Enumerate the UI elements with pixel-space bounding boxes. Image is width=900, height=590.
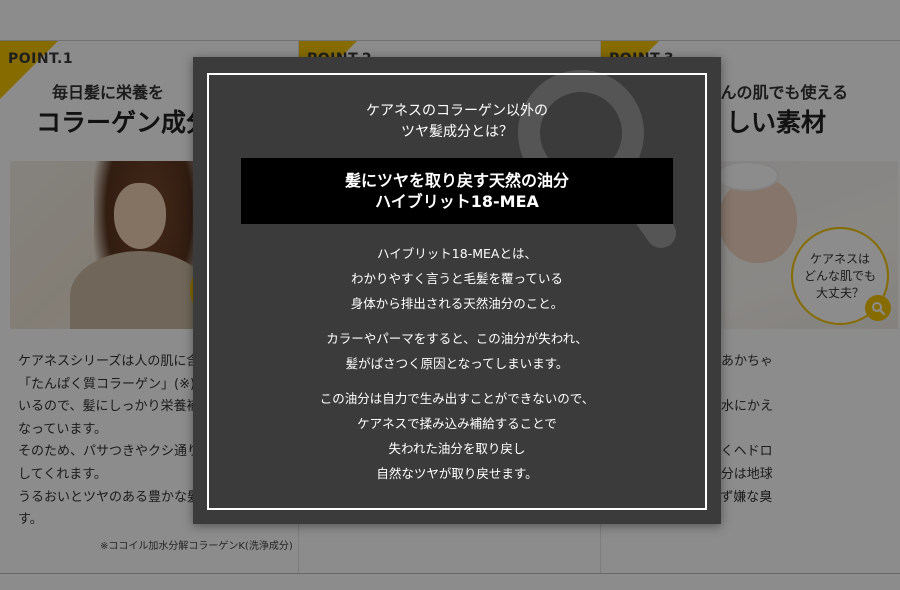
- answer-line: 髪にツヤを取り戻す天然の油分: [344, 171, 569, 190]
- question-line: ケアネスのコラーゲン以外の: [366, 103, 548, 119]
- paragraph-line: わかりやすく言うと毛髪を覆っている: [351, 271, 563, 286]
- question-line: ツヤ髪成分とは？: [401, 124, 513, 140]
- paragraph-line: 髪がぱさつく原因となってしまいます。: [345, 356, 569, 371]
- paragraph-line: 失われた油分を取り戻し: [388, 441, 526, 456]
- paragraph-line: ハイブリット18-MEAとは、: [377, 246, 537, 261]
- paragraph-line: ケアネスで揉み込み補給することで: [357, 416, 557, 431]
- paragraph-line: 身体から排出される天然油分のこと。: [350, 296, 564, 311]
- paragraph-line: カラーやパーマをすると、この油分が失われ、: [326, 331, 588, 346]
- paragraph-line: 自然なツヤが取り戻せます。: [376, 466, 538, 481]
- paragraph-line: この油分は自力で生み出すことができないので、: [319, 391, 595, 406]
- modal-question: ケアネスのコラーゲン以外の ツヤ髪成分とは？: [193, 101, 721, 143]
- info-modal: ケアネスのコラーゲン以外の ツヤ髪成分とは？ 髪にツヤを取り戻す天然の油分 ハイ…: [193, 57, 721, 524]
- paragraph: カラーやパーマをすると、この油分が失われ、 髪がぱさつく原因となってしまいます。: [193, 326, 721, 376]
- paragraph: この油分は自力で生み出すことができないので、 ケアネスで揉み込み補給することで …: [193, 386, 721, 486]
- answer-line: ハイブリット18-MEA: [375, 192, 539, 211]
- paragraph: ハイブリット18-MEAとは、 わかりやすく言うと毛髪を覆っている 身体から排出…: [193, 241, 721, 316]
- modal-body: ハイブリット18-MEAとは、 わかりやすく言うと毛髪を覆っている 身体から排出…: [193, 241, 721, 496]
- answer-box: 髪にツヤを取り戻す天然の油分 ハイブリット18-MEA: [241, 158, 673, 224]
